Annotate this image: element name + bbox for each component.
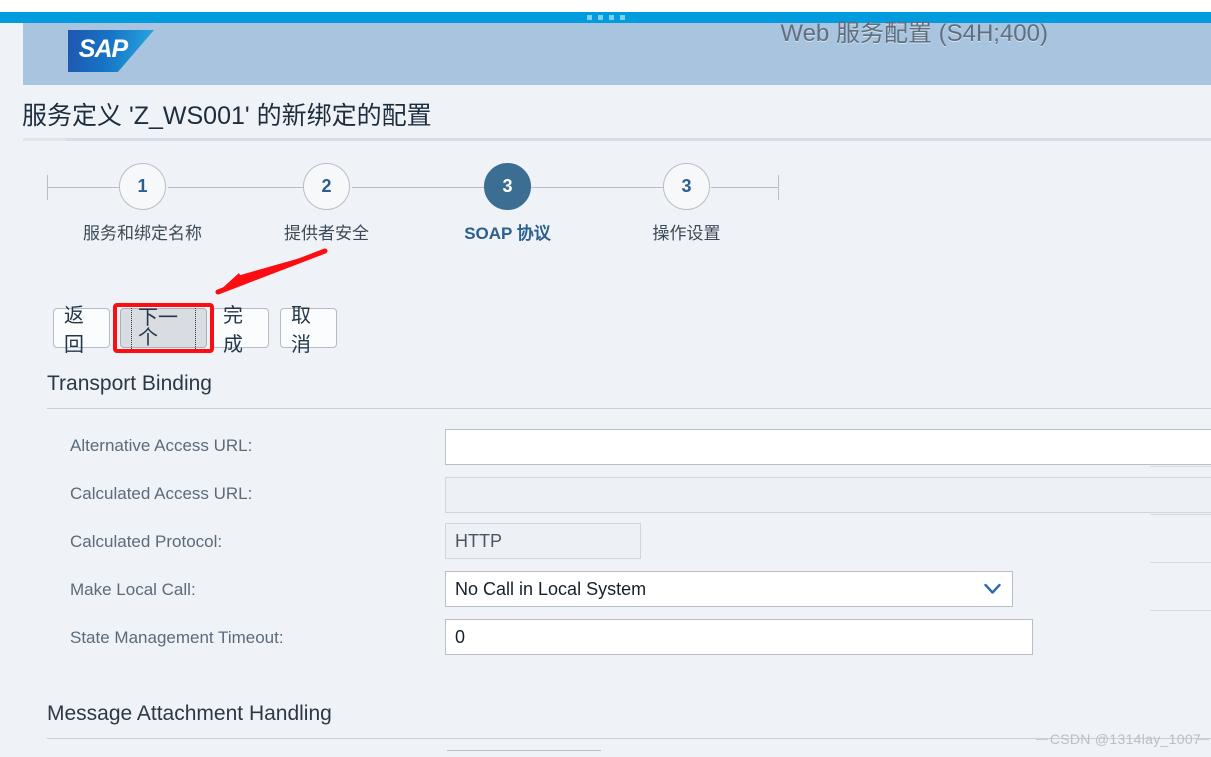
chevron-down-icon[interactable] <box>984 583 1001 595</box>
select-make-local-call[interactable]: No Call in Local System <box>445 571 1013 607</box>
input-calculated-protocol-value: HTTP <box>455 530 502 551</box>
next-button-label: 下一个 <box>131 305 196 351</box>
cancel-button[interactable]: 取消 <box>280 305 337 356</box>
label-calculated-protocol: Calculated Protocol: <box>70 532 223 551</box>
back-button-label: 返回 <box>64 305 84 356</box>
wizard-step-2-number: 2 <box>303 163 350 210</box>
row-separator-4 <box>1150 610 1211 611</box>
label-state-management-timeout: State Management Timeout: <box>70 628 284 647</box>
wizard-step-1-label: 服务和绑定名称 <box>83 224 202 243</box>
wizard-step-4-number: 3 <box>663 163 710 210</box>
input-state-management-timeout-value: 0 <box>455 626 466 647</box>
wizard-connector-3 <box>531 187 663 188</box>
label-make-local-call: Make Local Call: <box>70 580 196 599</box>
title-divider-inner <box>66 138 1211 141</box>
wizard-connector-1 <box>168 187 303 188</box>
finish-button[interactable]: 完成 <box>212 305 269 356</box>
input-alternative-access-url[interactable] <box>445 429 1211 465</box>
input-calculated-protocol: HTTP <box>445 523 641 559</box>
label-calculated-access-url: Calculated Access URL: <box>70 484 253 503</box>
left-edge-filler <box>0 23 23 757</box>
sap-web-service-config-window: SAP Web 服务配置 (S4H;400) 服务定义 'Z_WS001' 的新… <box>0 0 1211 757</box>
label-alternative-access-url: Alternative Access URL: <box>70 436 253 455</box>
wizard-step-3-label: SOAP 协议 <box>464 224 551 243</box>
select-make-local-call-value: No Call in Local System <box>455 578 647 599</box>
wizard-end-tick <box>778 175 779 200</box>
wizard-step-3[interactable]: 3 SOAP 协议 <box>464 163 551 244</box>
section-title-transport-binding: Transport Binding <box>47 372 212 395</box>
row-separator-1 <box>1150 466 1211 467</box>
input-state-management-timeout[interactable]: 0 <box>445 619 1033 655</box>
back-button[interactable]: 返回 <box>53 305 110 356</box>
section-title-message-attachment-handling: Message Attachment Handling <box>47 702 332 725</box>
watermark: CSDN @1314lay_1007 <box>1035 731 1210 747</box>
wizard-connector-2 <box>352 187 484 188</box>
page-title: 服务定义 'Z_WS001' 的新绑定的配置 <box>22 102 432 130</box>
header-title: Web 服务配置 (S4H;400) <box>780 20 1048 47</box>
finish-button-label: 完成 <box>223 305 243 356</box>
wizard-step-4[interactable]: 3 操作设置 <box>653 163 721 244</box>
input-calculated-access-url <box>445 477 1211 513</box>
sap-logo-text: SAP <box>78 35 128 63</box>
row-separator-2 <box>1150 514 1211 515</box>
wizard-step-1[interactable]: 1 服务和绑定名称 <box>83 163 202 244</box>
wizard-connector-0 <box>47 187 119 188</box>
wizard-step-1-number: 1 <box>119 163 166 210</box>
partial-field-below-fold <box>447 750 601 751</box>
row-separator-3 <box>1150 562 1211 563</box>
wizard-step-4-label: 操作设置 <box>652 224 721 243</box>
wizard-step-2[interactable]: 2 提供者安全 <box>284 163 369 244</box>
sap-logo: SAP <box>68 30 154 72</box>
section-divider-transport-binding <box>47 408 1211 409</box>
cancel-button-label: 取消 <box>291 305 311 356</box>
window-top-strip <box>0 0 1211 12</box>
window-drag-handle-dots[interactable] <box>586 15 625 20</box>
wizard-step-3-number: 3 <box>484 163 531 210</box>
wizard-connector-4 <box>711 187 779 188</box>
wizard-step-2-label: 提供者安全 <box>284 224 369 243</box>
next-button[interactable]: 下一个 <box>120 305 207 351</box>
